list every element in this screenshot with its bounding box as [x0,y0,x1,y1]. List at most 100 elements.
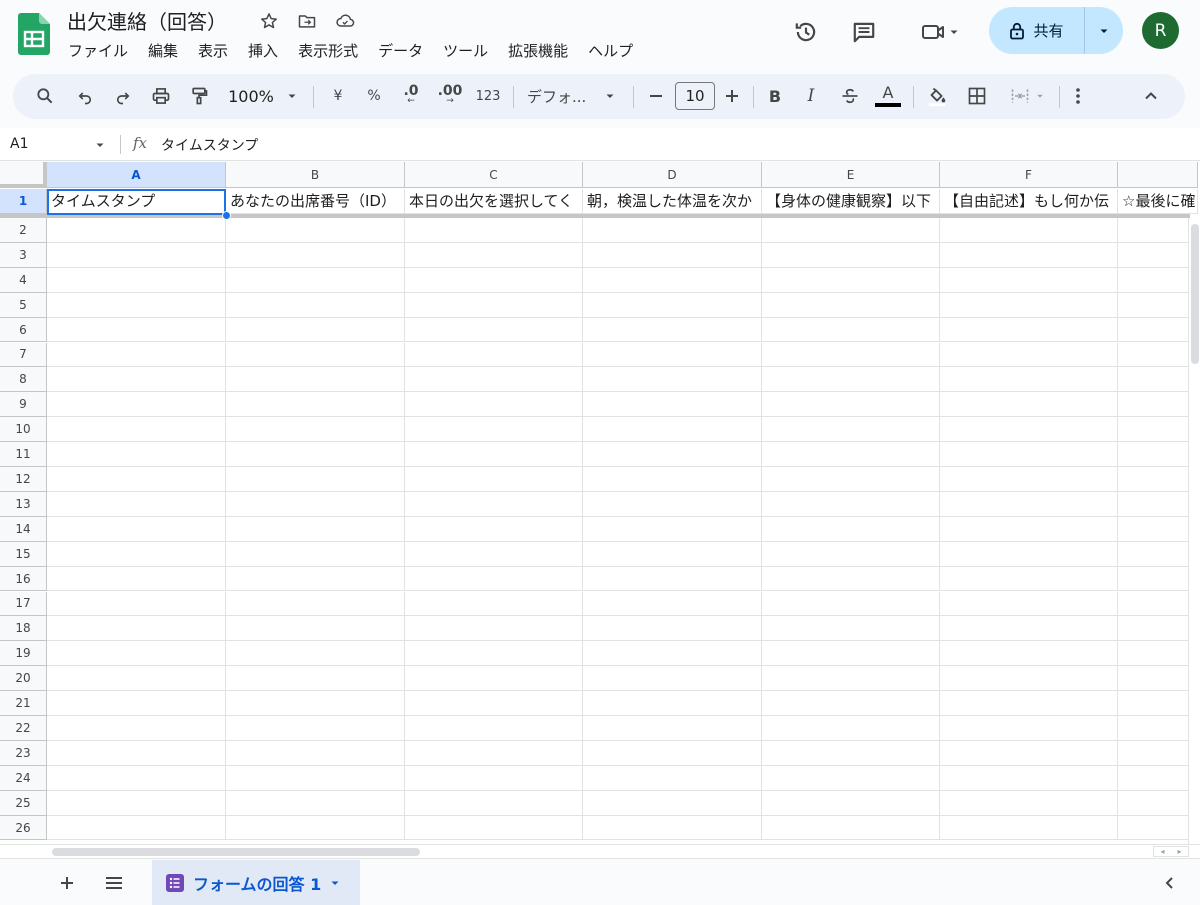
grid-cell[interactable] [1118,516,1198,542]
grid-cell[interactable] [226,566,405,592]
cloud-saved-icon[interactable] [334,10,356,32]
grid-cell[interactable] [405,716,583,741]
menu-help[interactable]: ヘルプ [580,38,641,63]
grid-cell[interactable] [762,616,940,642]
grid-cell[interactable] [47,691,226,716]
grid-cell[interactable] [940,491,1118,517]
menu-file[interactable]: ファイル [60,38,136,63]
grid-cell[interactable] [583,716,762,741]
account-avatar[interactable]: R [1142,12,1179,49]
grid-cell[interactable] [47,218,226,243]
sheets-logo-icon[interactable] [18,13,50,55]
document-title[interactable]: 出欠連絡（回答） [67,6,227,35]
all-sheets-button[interactable] [100,869,128,897]
row-header[interactable]: 12 [0,467,47,492]
grid-cell[interactable] [1118,292,1198,318]
star-icon[interactable] [258,10,280,32]
header-cell[interactable]: あなたの出席番号（ID） [226,189,405,214]
grid-cell[interactable] [940,392,1118,418]
grid-cell[interactable] [940,641,1118,667]
grid-cell[interactable] [940,765,1118,791]
grid-cell[interactable] [405,815,583,841]
grid-cell[interactable] [1118,591,1198,617]
grid-cell[interactable] [762,516,940,542]
grid-cell[interactable] [762,691,940,716]
row-header[interactable]: 15 [0,541,47,567]
grid-cell[interactable] [583,317,762,343]
grid-cell[interactable] [405,765,583,791]
grid-cell[interactable] [940,716,1118,741]
grid-cell[interactable] [940,442,1118,467]
grid-cell[interactable] [47,815,226,841]
grid-cell[interactable] [226,815,405,841]
borders-button[interactable] [963,79,991,113]
header-cell[interactable]: ☆最後に確 [1118,189,1198,214]
grid-cell[interactable] [405,442,583,467]
grid-cell[interactable] [47,317,226,343]
row-header[interactable]: 7 [0,342,47,368]
row-header[interactable]: 19 [0,641,47,667]
grid-cell[interactable] [762,267,940,293]
increase-decimals-button[interactable]: .00 → [435,79,465,113]
grid-cell[interactable] [226,765,405,791]
grid-cell[interactable] [762,740,940,766]
menu-tools[interactable]: ツール [435,38,496,63]
grid-cell[interactable] [226,392,405,418]
grid-cell[interactable] [583,392,762,418]
grid-cell[interactable] [47,740,226,766]
grid-cell[interactable] [583,541,762,567]
grid-cell[interactable] [405,566,583,592]
grid-cell[interactable] [940,666,1118,692]
grid-cell[interactable] [405,691,583,716]
row-header[interactable]: 3 [0,242,47,268]
grid-cell[interactable] [47,267,226,293]
grid-cell[interactable] [1118,790,1198,816]
grid-cell[interactable] [940,218,1118,243]
grid-cell[interactable] [583,641,762,667]
grid-cell[interactable] [226,541,405,567]
grid-cell[interactable] [226,491,405,517]
grid-cell[interactable] [940,242,1118,268]
grid-cell[interactable] [405,417,583,443]
formula-input[interactable]: タイムスタンプ [161,135,258,155]
grid-cell[interactable] [583,442,762,467]
grid-cell[interactable] [47,716,226,741]
collapse-sidepanel-button[interactable] [1156,869,1184,897]
scroll-right-icon[interactable]: ▸ [1171,847,1188,856]
grid-cell[interactable] [583,367,762,393]
grid-cell[interactable] [47,342,226,368]
grid-cell[interactable] [762,292,940,318]
grid-cell[interactable] [1118,392,1198,418]
column-header[interactable] [1118,162,1198,188]
grid-cell[interactable] [940,267,1118,293]
grid-cell[interactable] [762,367,940,393]
grid-cell[interactable] [1118,491,1198,517]
grid-cell[interactable] [226,367,405,393]
italic-button[interactable]: I [799,79,823,113]
grid-cell[interactable] [940,367,1118,393]
vertical-scrollbar[interactable] [1188,218,1200,844]
row-header[interactable]: 17 [0,591,47,617]
grid-cell[interactable] [1118,815,1198,841]
vertical-scroll-thumb[interactable] [1191,224,1199,364]
grid-cell[interactable] [1118,716,1198,741]
text-color-button[interactable]: A [873,79,903,113]
chevron-down-icon[interactable] [94,139,106,151]
name-box[interactable]: A1 [10,136,28,152]
row-header[interactable]: 20 [0,666,47,692]
move-folder-icon[interactable] [296,10,318,32]
column-header[interactable]: F [940,162,1118,188]
row-header[interactable]: 9 [0,392,47,418]
menu-edit[interactable]: 編集 [140,38,186,63]
grid-cell[interactable] [405,591,583,617]
grid-cell[interactable] [47,442,226,467]
grid-cell[interactable] [1118,267,1198,293]
grid-cell[interactable] [1118,417,1198,443]
grid-cell[interactable] [405,541,583,567]
grid-cell[interactable] [583,765,762,791]
grid-cell[interactable] [226,790,405,816]
more-options-button[interactable] [1067,79,1089,113]
strikethrough-button[interactable] [837,79,863,113]
grid-cell[interactable] [405,666,583,692]
column-header[interactable]: E [762,162,940,188]
